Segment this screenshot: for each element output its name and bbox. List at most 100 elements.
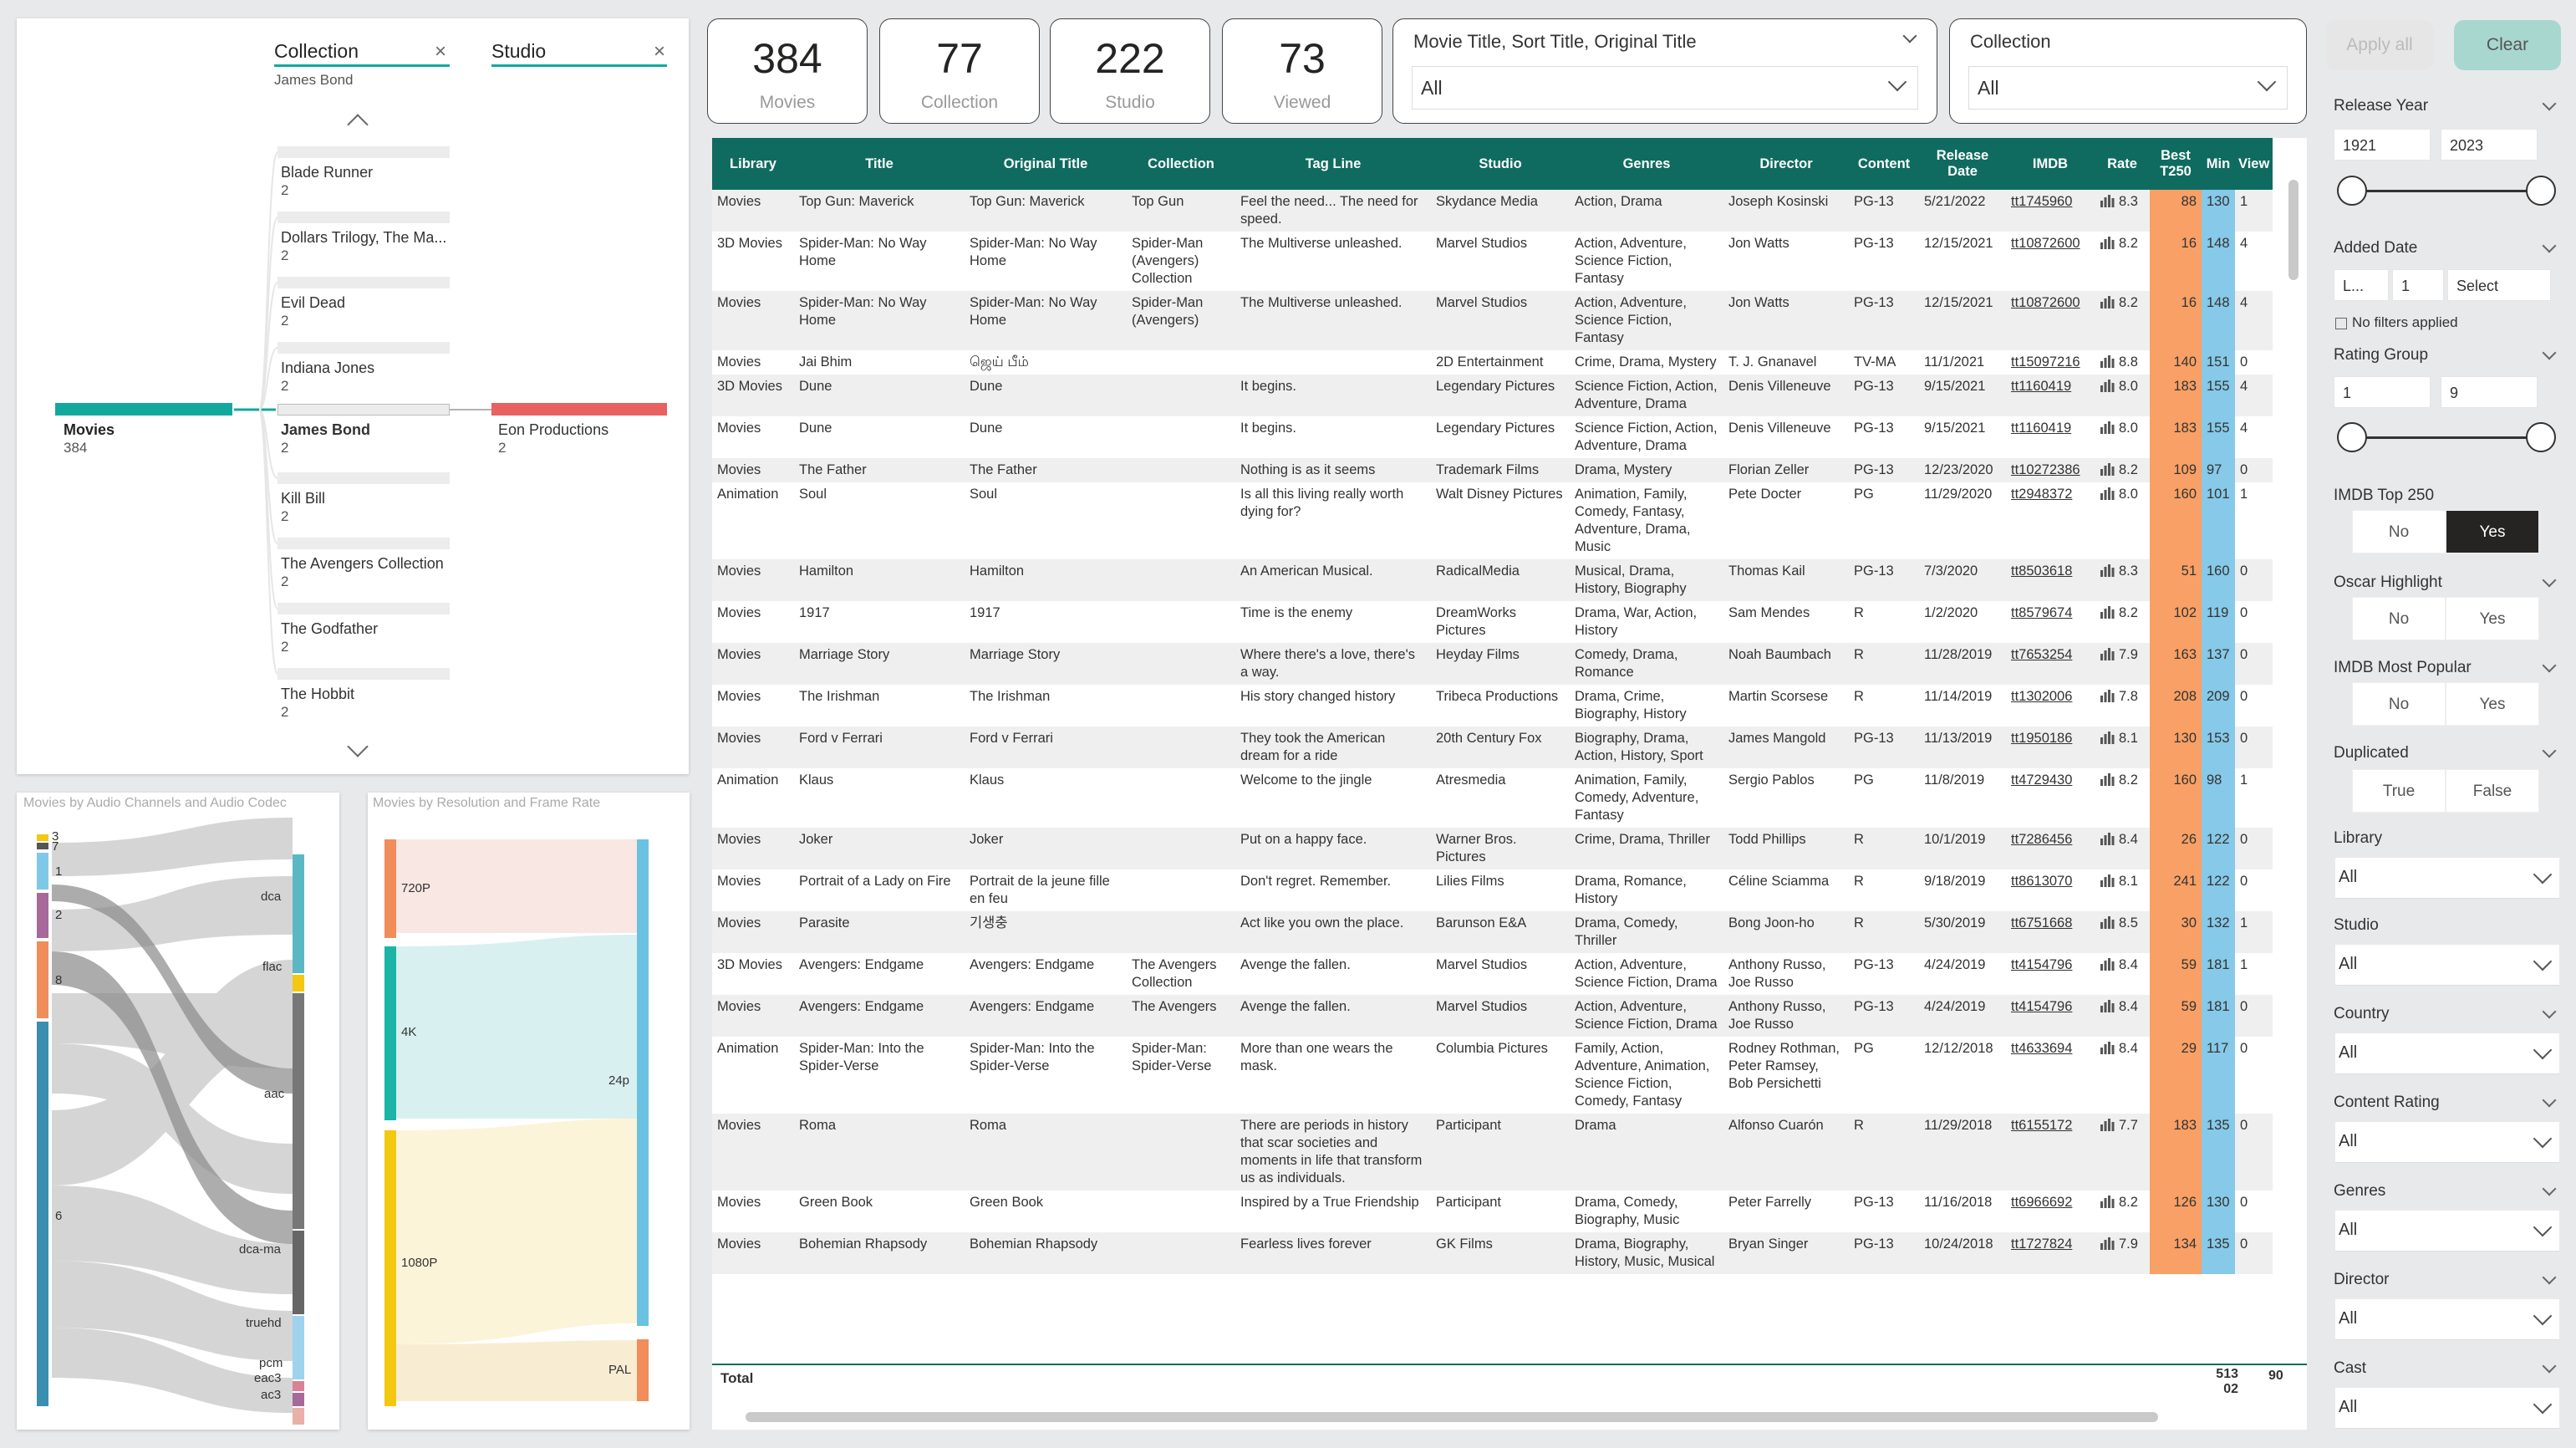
imdb-link[interactable]: tt4633694 <box>2006 1037 2095 1114</box>
imdb-link[interactable]: tt1950186 <box>2006 727 2095 768</box>
table-row[interactable]: Movies Dune Dune It begins. Legendary Pictur… <box>712 416 2273 458</box>
column-header[interactable]: Genres <box>1570 138 1723 190</box>
imdb-link[interactable]: tt8503618 <box>2006 559 2095 601</box>
horizontal-scrollbar[interactable] <box>746 1412 2158 1422</box>
chevron-down-icon[interactable] <box>2542 1004 2557 1019</box>
column-header[interactable]: Min <box>2202 138 2235 190</box>
release-year-max-handle[interactable] <box>2526 176 2556 206</box>
chevron-down-icon[interactable] <box>2542 1359 2557 1374</box>
table-row[interactable]: Movies Spider-Man: No Way Home Spider-Man:… <box>712 291 2273 350</box>
imdb-link[interactable]: tt8579674 <box>2006 601 2095 643</box>
table-row[interactable]: Movies Marriage Story Marriage Story Where … <box>712 643 2273 685</box>
vertical-scrollbar[interactable] <box>2288 180 2299 280</box>
imdb-link[interactable]: tt7653254 <box>2006 643 2095 685</box>
imdb-top-yes[interactable]: Yes <box>2446 510 2539 553</box>
added-date-count[interactable]: 1 <box>2392 269 2444 301</box>
imdb-link[interactable]: tt4154796 <box>2006 995 2095 1037</box>
imdb-link[interactable]: tt1727824 <box>2006 1232 2095 1274</box>
rating-group-min-handle[interactable] <box>2337 422 2367 452</box>
collection-slicer-dropdown[interactable]: All <box>1968 66 2288 110</box>
rating-group-to[interactable]: 9 <box>2441 376 2538 408</box>
imdb-link[interactable]: tt6966692 <box>2006 1191 2095 1232</box>
duplicated-false[interactable]: False <box>2446 769 2539 813</box>
content-rating-dropdown[interactable]: All <box>2335 1122 2559 1163</box>
table-row[interactable]: Movies The Irishman The Irishman His story … <box>712 685 2273 727</box>
table-row[interactable]: Movies Top Gun: Maverick Top Gun: Maverick… <box>712 190 2273 232</box>
table-row[interactable]: Movies Avengers: Endgame Avengers: Endgame… <box>712 995 2273 1037</box>
column-header[interactable]: Collection <box>1127 138 1235 190</box>
genres-dropdown[interactable]: All <box>2335 1211 2559 1252</box>
duplicated-true[interactable]: True <box>2352 769 2446 813</box>
imdb-top-no[interactable]: No <box>2352 510 2446 553</box>
studio-node-bar[interactable] <box>491 403 667 416</box>
imdb-link[interactable]: tt6751668 <box>2006 911 2095 953</box>
column-header[interactable]: IMDB <box>2006 138 2095 190</box>
table-row[interactable]: Movies Green Book Green Book Inspired by a … <box>712 1191 2273 1232</box>
table-row[interactable]: Movies The Father The Father Nothing is as … <box>712 458 2273 482</box>
column-header[interactable]: Best T250 <box>2150 138 2202 190</box>
chevron-down-icon[interactable] <box>2542 345 2557 360</box>
column-header[interactable]: Director <box>1723 138 1849 190</box>
rating-group-from[interactable]: 1 <box>2334 376 2431 408</box>
column-header[interactable]: Rate <box>2095 138 2150 190</box>
column-header[interactable]: Library <box>712 138 794 190</box>
table-row[interactable]: Movies Roma Roma There are periods in histo… <box>712 1114 2273 1191</box>
chevron-down-icon[interactable] <box>1902 28 1917 43</box>
imdb-link[interactable]: tt2948372 <box>2006 482 2095 559</box>
table-row[interactable]: Movies Bohemian Rhapsody Bohemian Rhapsody… <box>712 1232 2273 1274</box>
chevron-down-icon[interactable] <box>2542 1181 2557 1196</box>
library-dropdown[interactable]: All <box>2335 858 2559 899</box>
oscar-no[interactable]: No <box>2352 597 2446 640</box>
table-row[interactable]: Movies Hamilton Hamilton An American Musica… <box>712 559 2273 601</box>
imdb-popular-yes[interactable]: Yes <box>2446 682 2539 726</box>
release-year-min-handle[interactable] <box>2337 176 2367 206</box>
chevron-down-icon[interactable] <box>2542 573 2557 588</box>
release-year-from[interactable]: 1921 <box>2334 129 2431 161</box>
table-row[interactable]: Movies Joker Joker Put on a happy face. Warn… <box>712 828 2273 869</box>
chevron-down-icon[interactable] <box>2542 1093 2557 1108</box>
chevron-down-icon[interactable] <box>2542 238 2557 253</box>
imdb-link[interactable]: tt1302006 <box>2006 685 2095 727</box>
table-row[interactable]: Movies Jai Bhim ஜெய் பீம் 2D Entertainment C… <box>712 350 2273 375</box>
chevron-down-icon[interactable] <box>2542 743 2557 758</box>
added-date-type[interactable]: L... <box>2334 269 2389 301</box>
column-header[interactable]: Tag Line <box>1235 138 1431 190</box>
table-row[interactable]: Movies Ford v Ferrari Ford v Ferrari They t… <box>712 727 2273 768</box>
added-date-unit[interactable]: Select <box>2447 269 2551 301</box>
table-row[interactable]: 3D Movies Dune Dune It begins. Legendary Pic… <box>712 375 2273 416</box>
column-header[interactable]: Studio <box>1431 138 1570 190</box>
table-row[interactable]: Movies Portrait of a Lady on Fire Portrait… <box>712 869 2273 911</box>
studio-dropdown[interactable]: All <box>2335 945 2559 986</box>
imdb-link[interactable]: tt6155172 <box>2006 1114 2095 1191</box>
imdb-link[interactable]: tt7286456 <box>2006 828 2095 869</box>
director-dropdown[interactable]: All <box>2335 1299 2559 1340</box>
cast-dropdown[interactable]: All <box>2335 1388 2559 1429</box>
imdb-link[interactable]: tt1160419 <box>2006 416 2095 458</box>
imdb-link[interactable]: tt10872600 <box>2006 232 2095 291</box>
imdb-link[interactable]: tt15097216 <box>2006 350 2095 375</box>
table-row[interactable]: Movies Parasite 기생충 Act like you own the pl… <box>712 911 2273 953</box>
table-row[interactable]: 3D Movies Spider-Man: No Way Home Spider-M… <box>712 232 2273 291</box>
table-row[interactable]: Movies 1917 1917 Time is the enemy DreamWork… <box>712 601 2273 643</box>
table-row[interactable]: Animation Klaus Klaus Welcome to the jingle… <box>712 768 2273 828</box>
chevron-down-icon[interactable] <box>2542 658 2557 673</box>
root-node-bar[interactable] <box>55 403 232 416</box>
imdb-link[interactable]: tt10872600 <box>2006 291 2095 350</box>
imdb-link[interactable]: tt1160419 <box>2006 375 2095 416</box>
column-header[interactable]: Title <box>794 138 965 190</box>
clear-button[interactable]: Clear <box>2454 20 2561 70</box>
apply-all-button[interactable]: Apply all <box>2325 20 2434 70</box>
imdb-link[interactable]: tt4154796 <box>2006 953 2095 995</box>
chevron-down-icon[interactable] <box>2542 96 2557 111</box>
imdb-link[interactable]: tt1745960 <box>2006 190 2095 232</box>
column-header[interactable]: View <box>2235 138 2273 190</box>
column-header[interactable]: Release Date <box>1919 138 2006 190</box>
country-dropdown[interactable]: All <box>2335 1033 2559 1074</box>
table-row[interactable]: Animation Spider-Man: Into the Spider-Ver… <box>712 1037 2273 1114</box>
column-header[interactable]: Original Title <box>965 138 1127 190</box>
imdb-link[interactable]: tt8613070 <box>2006 869 2095 911</box>
imdb-popular-no[interactable]: No <box>2352 682 2446 726</box>
chevron-down-icon[interactable] <box>2542 1270 2557 1285</box>
imdb-link[interactable]: tt10272386 <box>2006 458 2095 482</box>
table-row[interactable]: Animation Soul Soul Is all this living real… <box>712 482 2273 559</box>
